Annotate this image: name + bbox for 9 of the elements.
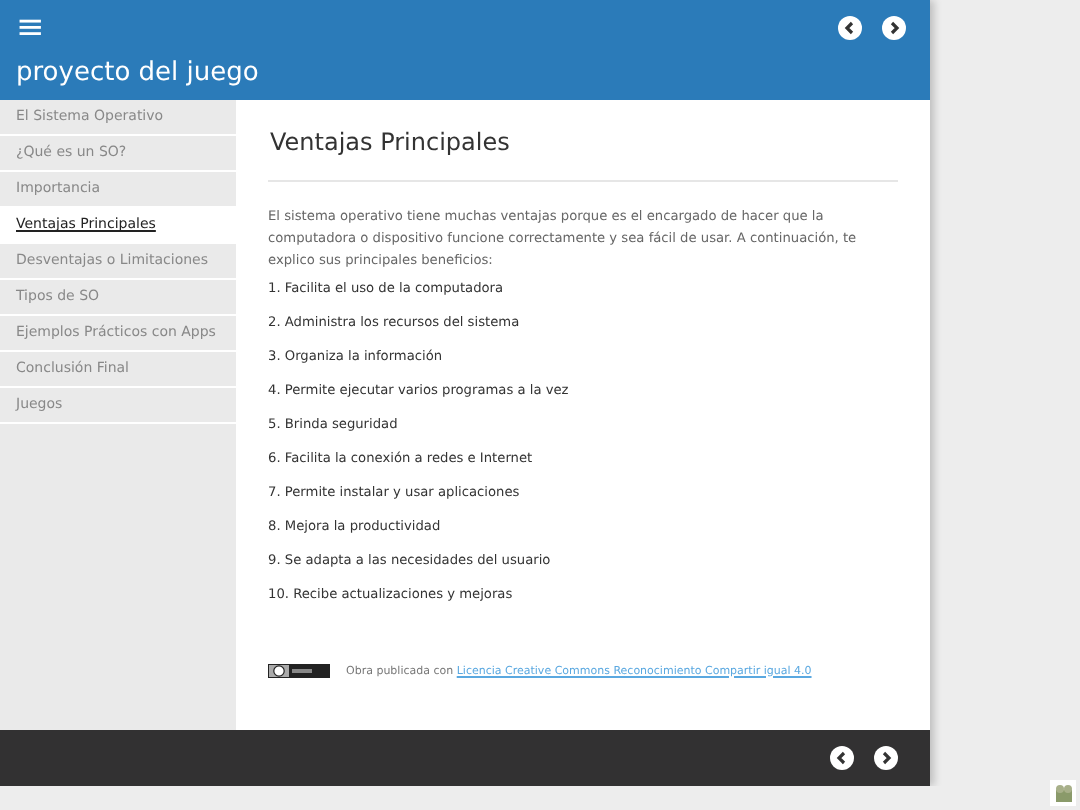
license-badge-icon [268,664,330,678]
menu-icon[interactable]: ≡ [16,10,45,46]
next-icon[interactable] [882,16,906,40]
page-title: Ventajas Principales [270,128,512,156]
previous-icon[interactable] [838,16,862,40]
widget-icon[interactable] [1053,783,1073,803]
previous-icon[interactable] [830,746,854,770]
next-icon[interactable] [874,746,898,770]
site-title: proyecto del juego [16,58,261,88]
